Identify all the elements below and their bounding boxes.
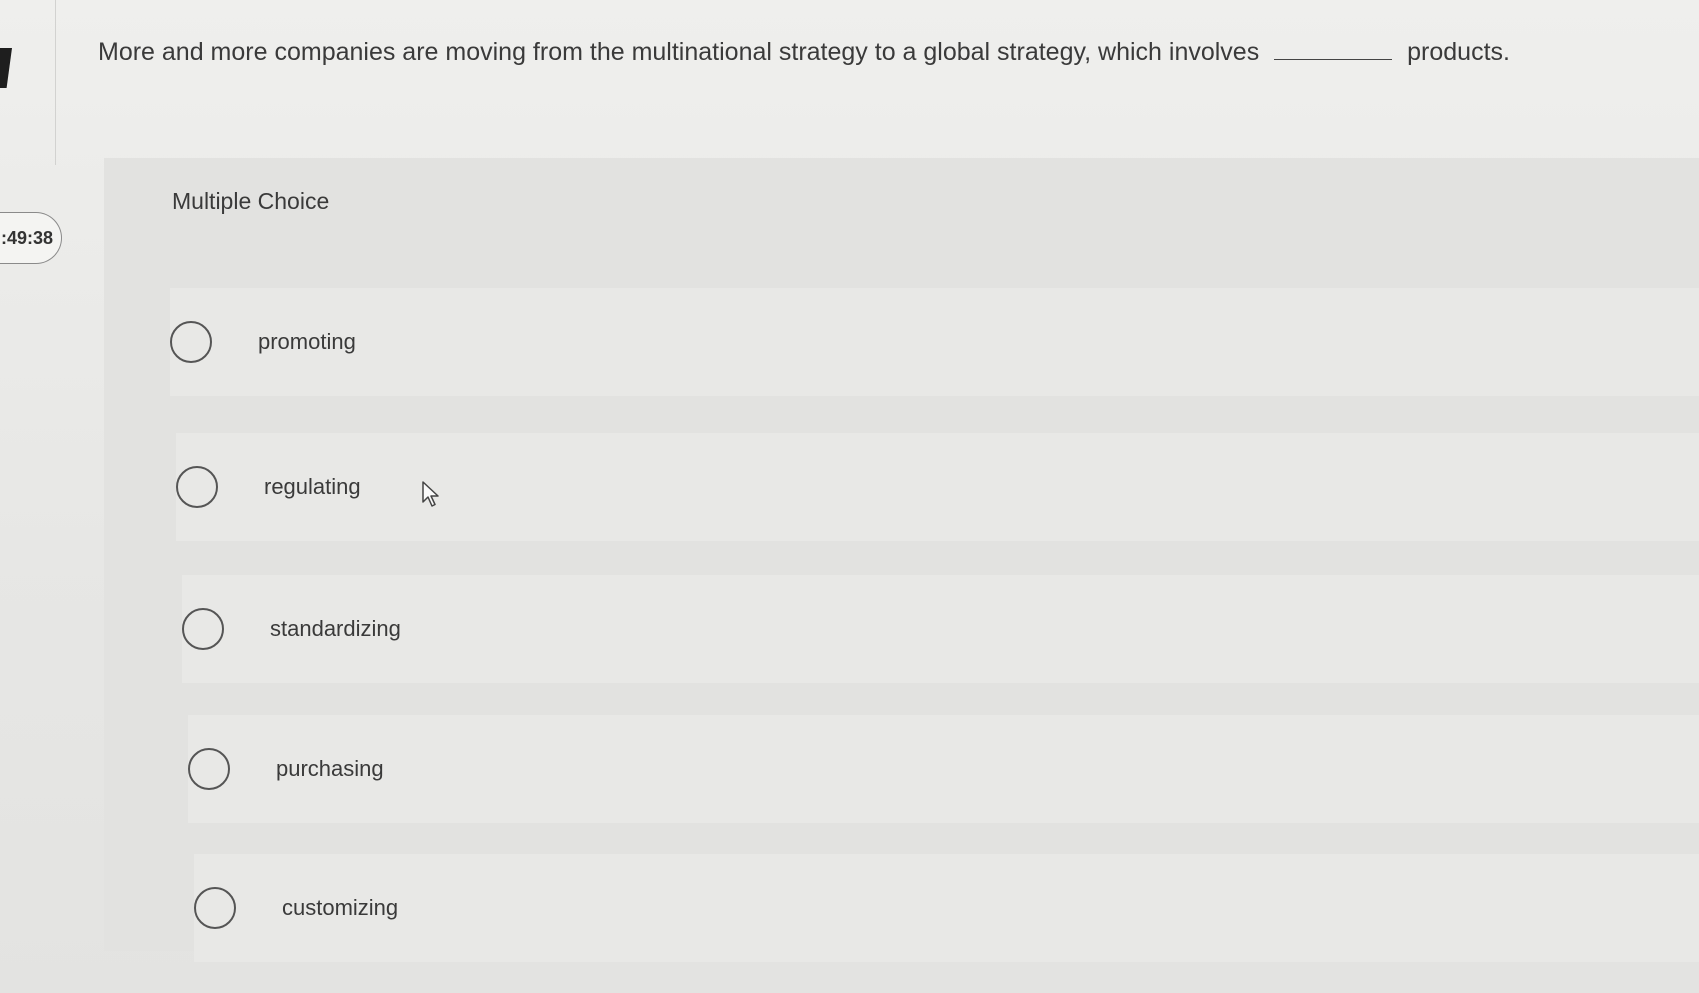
choice-standardizing[interactable]: standardizing xyxy=(182,575,1699,683)
left-edge-mark xyxy=(0,48,12,88)
radio-unselected-icon[interactable] xyxy=(170,321,212,363)
left-divider xyxy=(55,0,56,165)
panel-title: Multiple Choice xyxy=(172,188,330,214)
fill-in-blank xyxy=(1274,59,1393,60)
radio-unselected-icon[interactable] xyxy=(182,608,224,650)
question-text-after: products. xyxy=(1407,38,1510,66)
choice-customizing[interactable]: customizing xyxy=(194,854,1699,962)
timer-value: :49:38 xyxy=(0,227,53,248)
radio-unselected-icon[interactable] xyxy=(194,887,236,929)
quiz-page: More and more companies are moving from … xyxy=(0,0,1699,993)
answer-panel: Multiple Choice promoting regulating sta… xyxy=(104,158,1699,962)
mouse-pointer-icon xyxy=(422,481,439,507)
question-text: More and more companies are moving from … xyxy=(98,38,1638,67)
choice-label: purchasing xyxy=(276,756,384,781)
choice-label: promoting xyxy=(258,329,356,354)
choice-label: standardizing xyxy=(270,616,401,641)
question-text-before: More and more companies are moving from … xyxy=(98,38,1260,66)
choice-regulating[interactable]: regulating xyxy=(176,433,1699,541)
choice-label: customizing xyxy=(282,895,399,920)
radio-unselected-icon[interactable] xyxy=(176,466,218,508)
radio-unselected-icon[interactable] xyxy=(188,748,230,790)
choice-promoting[interactable]: promoting xyxy=(170,288,1699,396)
choice-label: regulating xyxy=(264,474,361,499)
timer-badge: :49:38 xyxy=(0,212,62,264)
choice-purchasing[interactable]: purchasing xyxy=(188,715,1699,823)
